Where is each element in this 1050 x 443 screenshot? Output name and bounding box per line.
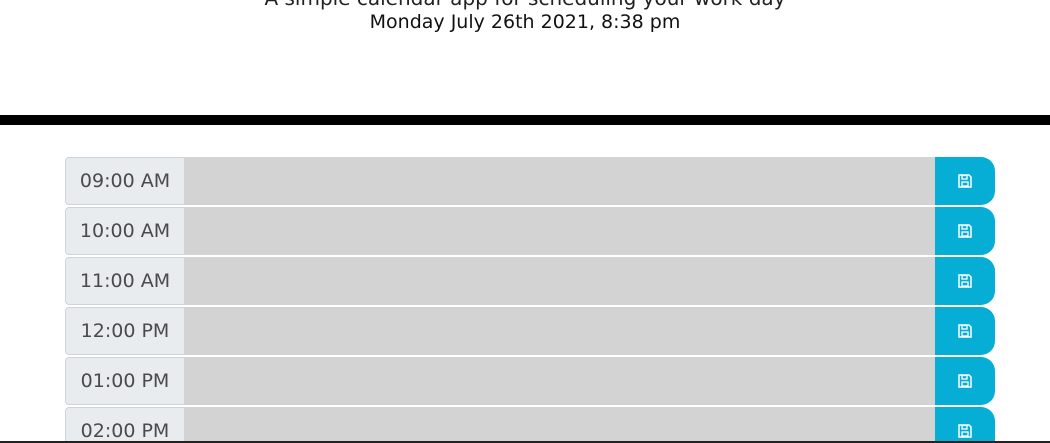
save-button[interactable]: [935, 307, 995, 355]
hour-label: 11:00 AM: [65, 257, 185, 305]
timeblock-row: 10:00 AM: [65, 207, 995, 255]
save-button[interactable]: [935, 357, 995, 405]
event-description-input[interactable]: [185, 357, 935, 405]
timeblock-list: 09:00 AM 10:00 AM 11:00 AM 12:00 PM 01:0…: [65, 157, 995, 443]
event-description-input[interactable]: [185, 407, 935, 443]
hour-label: 02:00 PM: [65, 407, 185, 443]
hour-label: 12:00 PM: [65, 307, 185, 355]
current-day: Monday July 26th 2021, 8:38 pm: [369, 11, 681, 33]
lead-text: A simple calendar app for scheduling you…: [0, 0, 1050, 10]
event-description-input[interactable]: [185, 257, 935, 305]
floppy-disk-icon: [958, 374, 972, 388]
hour-label: 09:00 AM: [65, 157, 185, 205]
event-description-input[interactable]: [185, 307, 935, 355]
save-button[interactable]: [935, 257, 995, 305]
scheduler-page: A simple calendar app for scheduling you…: [0, 0, 1050, 443]
hour-label: 10:00 AM: [65, 207, 185, 255]
timeblock-row: 09:00 AM: [65, 157, 995, 205]
hour-label: 01:00 PM: [65, 357, 185, 405]
event-description-input[interactable]: [185, 157, 935, 205]
timeblock-row: 01:00 PM: [65, 357, 995, 405]
floppy-disk-icon: [958, 174, 972, 188]
floppy-disk-icon: [958, 424, 972, 438]
event-description-input[interactable]: [185, 207, 935, 255]
floppy-disk-icon: [958, 324, 972, 338]
timeblock-row: 02:00 PM: [65, 407, 995, 443]
save-button[interactable]: [935, 407, 995, 443]
timeblock-row: 11:00 AM: [65, 257, 995, 305]
floppy-disk-icon: [958, 274, 972, 288]
save-button[interactable]: [935, 207, 995, 255]
header-divider: [0, 115, 1050, 125]
timeblock-row: 12:00 PM: [65, 307, 995, 355]
save-button[interactable]: [935, 157, 995, 205]
floppy-disk-icon: [958, 224, 972, 238]
